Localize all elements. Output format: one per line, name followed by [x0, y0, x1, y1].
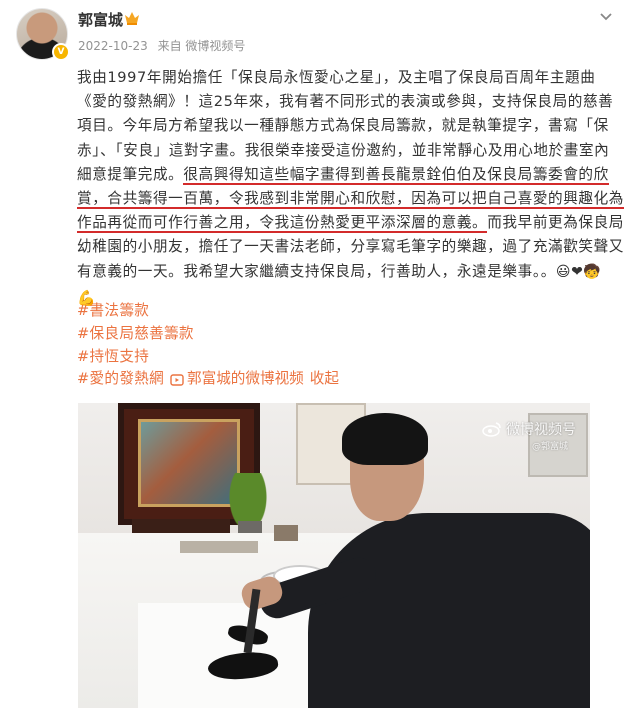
watermark-label: 微博视频号 — [506, 422, 576, 438]
box — [274, 525, 298, 541]
post-line: 項目。今年局方希望我以一種靜態方式為保良局籌款，就是執筆提字，書寫「保 — [77, 117, 609, 135]
screen-stand — [132, 519, 230, 533]
post-line: 赤」、「安良」這對字畫。我很榮幸接受這份邀約，並非常靜心及用心地於畫室內 — [77, 141, 610, 159]
post-meta: 2022-10-23 来自 微博视频号 — [78, 37, 251, 54]
post-line: 有意義的一天。我希望大家繼續支持保良局，行善助人，永遠是樂事。。😃❤🧒 — [77, 260, 620, 284]
watermark-handle: @郭富城 — [531, 442, 568, 452]
post-line: 細意提筆完成。很高興得知這些幅字畫得到善長龍景銓伯伯及保良局籌委會的欣 — [77, 163, 620, 187]
post-text-segment: 細意提筆完成。 — [77, 165, 184, 183]
post-line: 賞，合共籌得一百萬，令我感到非常開心和欣慰，因為可以把自己喜愛的興趣化為 — [77, 187, 624, 211]
video-icon — [170, 374, 184, 386]
post-line: 《愛的發熱網》！這25年來，我有著不同形式的表演或參與，支持保良局的慈善 — [77, 93, 614, 111]
person-body — [308, 513, 590, 708]
tag-row: #愛的發熱網 郭富城的微博视频 收起 — [77, 368, 339, 391]
person-hair — [342, 413, 428, 465]
weibo-logo-icon — [482, 422, 501, 437]
crown-vip-icon[interactable] — [124, 11, 140, 25]
emoji-group: 😃❤🧒 — [555, 263, 602, 280]
video-source-link[interactable]: 郭富城的微博视频 收起 — [170, 368, 339, 391]
post-date[interactable]: 2022-10-23 — [78, 39, 148, 53]
video-player[interactable]: 微博视频号 @郭富城 — [78, 403, 590, 708]
post-line: 作品再從而可作行善之用，令我這份熱愛更平添深層的意義。而我早前更為保良局 — [77, 211, 623, 235]
post-body: 我由1997年開始擔任「保良局永恆愛心之星」，及主唱了保良局百周年主題曲 《愛的… — [77, 66, 624, 310]
video-watermark: 微博视频号 — [482, 419, 576, 439]
author-name[interactable]: 郭富城 — [78, 9, 123, 30]
post-source: 来自 微博视频号 — [157, 39, 246, 53]
hashtag-link[interactable]: #持恆支持 — [77, 346, 339, 369]
chevron-down-icon[interactable] — [598, 8, 614, 24]
post-text-segment: 而我早前更為保良局 — [487, 214, 624, 232]
highlighted-text: 很高興得知這些幅字畫得到善長龍景銓伯伯及保良局籌委會的欣 — [183, 165, 609, 185]
hashtag-link[interactable]: #書法籌款 — [77, 300, 339, 323]
verified-badge-icon: V — [52, 43, 70, 61]
highlighted-text: 賞，合共籌得一百萬，令我感到非常開心和欣慰，因為可以把自己喜愛的興趣化為 — [77, 189, 624, 209]
tray — [180, 541, 258, 553]
collapse-link[interactable]: 收起 — [310, 368, 339, 391]
post-text-segment: 有意義的一天。我希望大家繼續支持保良局，行善助人，永遠是樂事。。 — [77, 262, 556, 280]
plant-pot — [238, 521, 262, 533]
post-line: 我由1997年開始擔任「保良局永恆愛心之星」，及主唱了保良局百周年主題曲 — [77, 69, 596, 86]
video-source-label: 郭富城的微博视频 — [187, 370, 304, 388]
hashtag-link[interactable]: #保良局慈善籌款 — [77, 323, 339, 346]
post-line: 幼稚園的小朋友，擔任了一天書法老師，分享寫毛筆字的樂趣，過了充滿歡笑聲又 — [77, 238, 624, 256]
hashtag-link[interactable]: #愛的發熱網 — [77, 368, 164, 391]
highlighted-text: 作品再從而可作行善之用，令我這份熱愛更平添深層的意義。 — [77, 214, 488, 234]
tag-list: #書法籌款 #保良局慈善籌款 #持恆支持 #愛的發熱網 郭富城的微博视频 收起 — [77, 300, 339, 391]
